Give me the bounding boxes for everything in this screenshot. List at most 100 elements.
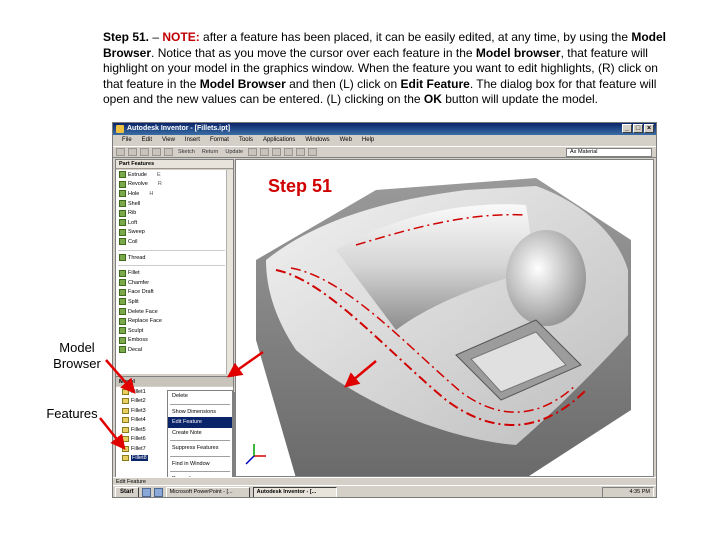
pan-icon[interactable] <box>272 148 282 156</box>
tool-face-draft[interactable]: Face Draft <box>116 288 227 298</box>
context-edit-feature[interactable]: Edit Feature <box>168 417 232 428</box>
menu-edit[interactable]: Edit <box>137 135 157 146</box>
context-suppress-features[interactable]: Suppress Features <box>168 443 232 454</box>
menu-tools[interactable]: Tools <box>234 135 258 146</box>
tool-hole[interactable]: Hole H <box>116 189 227 199</box>
tool-chamfer[interactable]: Chamfer <box>116 278 227 288</box>
save-icon[interactable] <box>140 148 149 156</box>
start-button[interactable]: Start <box>115 487 139 497</box>
instr-text-4: and then (L) click on <box>285 76 401 91</box>
tool-fillet[interactable]: Fillet <box>116 268 227 278</box>
tool-split[interactable]: Split <box>116 297 227 307</box>
sketch-button[interactable]: Sketch <box>176 149 197 155</box>
browser-item-label: Fillet7 <box>131 445 146 452</box>
fillet-icon <box>122 407 129 414</box>
browser-header[interactable]: Model <box>116 376 233 386</box>
menu-file[interactable]: File <box>117 135 137 146</box>
browser-item-label: Fillet8 <box>131 455 148 462</box>
revolve-icon <box>119 180 126 188</box>
context-find-in-window[interactable]: Find in Window <box>168 459 232 470</box>
context-menu: Delete Show Dimensions Edit Feature Create … <box>167 390 233 493</box>
tool-revolve[interactable]: Revolve R <box>116 180 227 190</box>
fillet-icon <box>122 388 129 395</box>
tool-rib[interactable]: Rib <box>116 208 227 218</box>
redo-icon[interactable] <box>164 148 173 156</box>
hole-icon <box>119 190 126 198</box>
desktop-icon[interactable] <box>141 488 151 497</box>
tool-label: Hole <box>128 190 140 197</box>
update-button[interactable]: Update <box>223 149 245 155</box>
browser-icon[interactable] <box>153 488 163 497</box>
emboss-icon <box>119 336 126 344</box>
tool-shell[interactable]: Shell <box>116 199 227 209</box>
instr-bold-5: OK <box>423 92 442 107</box>
menu-web[interactable]: Web <box>335 135 357 146</box>
rotate-icon[interactable] <box>284 148 294 156</box>
face-draft-icon <box>119 288 126 296</box>
menu-insert[interactable]: Insert <box>180 135 205 146</box>
extrude-icon <box>119 171 126 179</box>
instr-text-2: . Notice that as you move the cursor ove… <box>151 45 476 60</box>
instr-bold-3: Model Browser <box>199 76 286 91</box>
dome-end <box>506 230 586 326</box>
tool-extrude[interactable]: Extrude E <box>116 170 227 180</box>
menu-view[interactable]: View <box>157 135 180 146</box>
instr-bold-2: Model browser <box>475 45 561 60</box>
tool-hotkey: E <box>156 171 161 178</box>
minimize-icon[interactable]: _ <box>622 124 632 133</box>
view-triad-icon <box>245 444 266 465</box>
tool-label: Coil <box>128 238 138 245</box>
graphics-window[interactable]: Step 51 <box>235 159 654 477</box>
replace-face-icon <box>119 317 126 325</box>
context-show-dimensions[interactable]: Show Dimensions <box>168 407 232 418</box>
tool-emboss[interactable]: Emboss <box>116 336 227 346</box>
undo-icon[interactable] <box>152 148 161 156</box>
menu-windows[interactable]: Windows <box>300 135 334 146</box>
shaded-icon[interactable] <box>308 148 318 156</box>
new-icon[interactable] <box>116 148 125 156</box>
select-icon[interactable] <box>248 148 258 156</box>
open-icon[interactable] <box>128 148 137 156</box>
loft-icon <box>119 219 126 227</box>
tool-sculpt[interactable]: Sculpt <box>116 326 227 336</box>
menu-separator <box>170 469 230 472</box>
fillet-icon <box>122 398 129 405</box>
tool-replace-face[interactable]: Replace Face <box>116 316 227 326</box>
return-button[interactable]: Return <box>200 149 221 155</box>
zoom-icon[interactable] <box>260 148 270 156</box>
coil-icon <box>119 238 126 246</box>
maximize-icon[interactable]: □ <box>633 124 643 133</box>
separator <box>118 247 225 251</box>
delete-face-icon <box>119 308 126 316</box>
task-inventor[interactable]: Autodesk Inventor - [... <box>252 487 337 497</box>
tool-label: Revolve <box>128 181 148 188</box>
dash: – <box>149 30 163 44</box>
close-icon[interactable]: × <box>644 124 654 133</box>
thread-icon <box>119 254 126 262</box>
tool-label: Loft <box>128 219 138 226</box>
tool-coil[interactable]: Coil <box>116 237 227 247</box>
menu-applications[interactable]: Applications <box>258 135 300 146</box>
material-select[interactable]: As Material <box>566 148 652 157</box>
sculpt-icon <box>119 327 126 335</box>
menu-separator <box>170 402 230 405</box>
step-number: Step 51. <box>103 30 150 44</box>
tool-sweep[interactable]: Sweep <box>116 228 227 238</box>
context-delete[interactable]: Delete <box>168 391 232 402</box>
chamfer-icon <box>119 279 126 287</box>
look-at-icon[interactable] <box>296 148 306 156</box>
panel-scrollbar[interactable] <box>226 170 233 374</box>
decal-icon <box>119 346 126 354</box>
tool-thread[interactable]: Thread <box>116 253 227 263</box>
tool-label: Decal <box>128 346 143 353</box>
task-powerpoint[interactable]: Microsoft PowerPoint - [... <box>165 487 250 497</box>
panel-bar-title[interactable]: Part Features <box>116 160 233 169</box>
menu-help[interactable]: Help <box>357 135 379 146</box>
tool-decal[interactable]: Decal <box>116 345 227 355</box>
context-create-note[interactable]: Create Note <box>168 428 232 439</box>
tool-label: Rib <box>128 210 137 217</box>
menu-format[interactable]: Format <box>205 135 234 146</box>
tool-loft[interactable]: Loft <box>116 218 227 228</box>
tool-label: Split <box>128 298 139 305</box>
tool-delete-face[interactable]: Delete Face <box>116 307 227 317</box>
